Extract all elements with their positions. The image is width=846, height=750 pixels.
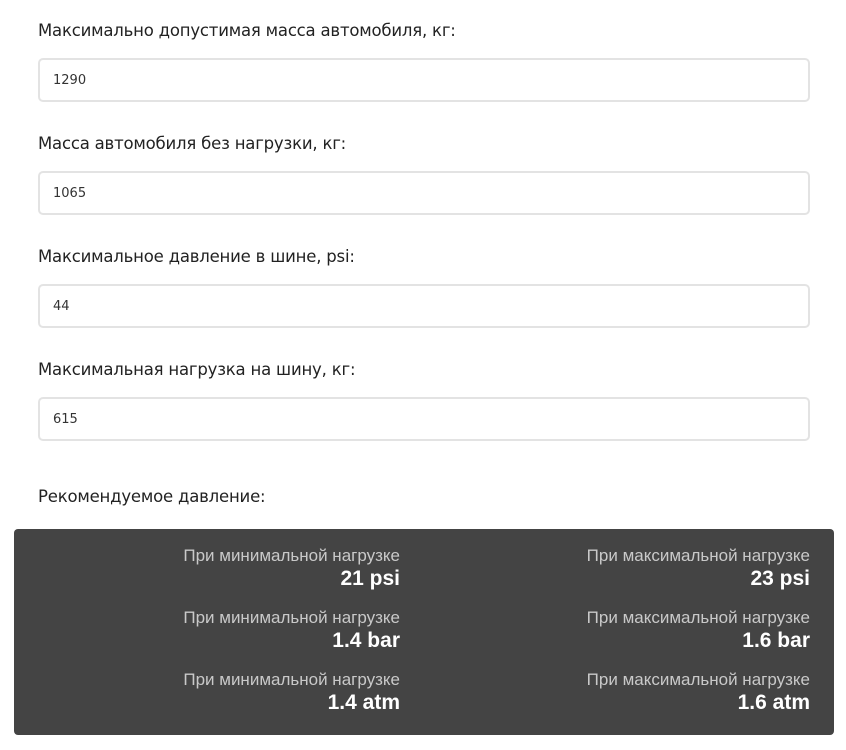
- result-caption: При минимальной нагрузке: [183, 608, 400, 627]
- result-value: 23 psi: [750, 567, 810, 590]
- empty-vehicle-mass-label: Масса автомобиля без нагрузки, кг:: [38, 134, 347, 153]
- result-value: 1.4 bar: [332, 629, 400, 652]
- result-max-bar: При максимальной нагрузке 1.6 bar: [450, 608, 810, 654]
- result-caption: При максимальной нагрузке: [586, 670, 810, 689]
- max-tire-pressure-input[interactable]: [38, 284, 810, 328]
- result-value: 1.4 atm: [327, 691, 400, 714]
- max-vehicle-mass-label: Максимально допустимая масса автомобиля,…: [38, 21, 456, 40]
- result-min-bar: При минимальной нагрузке 1.4 bar: [40, 608, 400, 654]
- result-value: 1.6 bar: [742, 629, 810, 652]
- recommended-pressure-title: Рекомендуемое давление:: [38, 487, 266, 506]
- result-min-psi: При минимальной нагрузке 21 psi: [40, 546, 400, 592]
- result-panel: При минимальной нагрузке 21 psi При макс…: [14, 529, 834, 735]
- max-tire-load-input[interactable]: [38, 397, 810, 441]
- result-value: 1.6 atm: [737, 691, 810, 714]
- empty-vehicle-mass-input[interactable]: [38, 171, 810, 215]
- result-caption: При минимальной нагрузке: [183, 546, 400, 565]
- max-tire-load-label: Максимальная нагрузка на шину, кг:: [38, 360, 356, 379]
- result-max-psi: При максимальной нагрузке 23 psi: [450, 546, 810, 592]
- result-caption: При минимальной нагрузке: [183, 670, 400, 689]
- result-caption: При максимальной нагрузке: [586, 608, 810, 627]
- max-tire-pressure-label: Максимальное давление в шине, psi:: [38, 247, 355, 266]
- result-min-atm: При минимальной нагрузке 1.4 atm: [40, 670, 400, 716]
- result-caption: При максимальной нагрузке: [586, 546, 810, 565]
- max-vehicle-mass-input[interactable]: [38, 58, 810, 102]
- result-value: 21 psi: [340, 567, 400, 590]
- result-max-atm: При максимальной нагрузке 1.6 atm: [450, 670, 810, 716]
